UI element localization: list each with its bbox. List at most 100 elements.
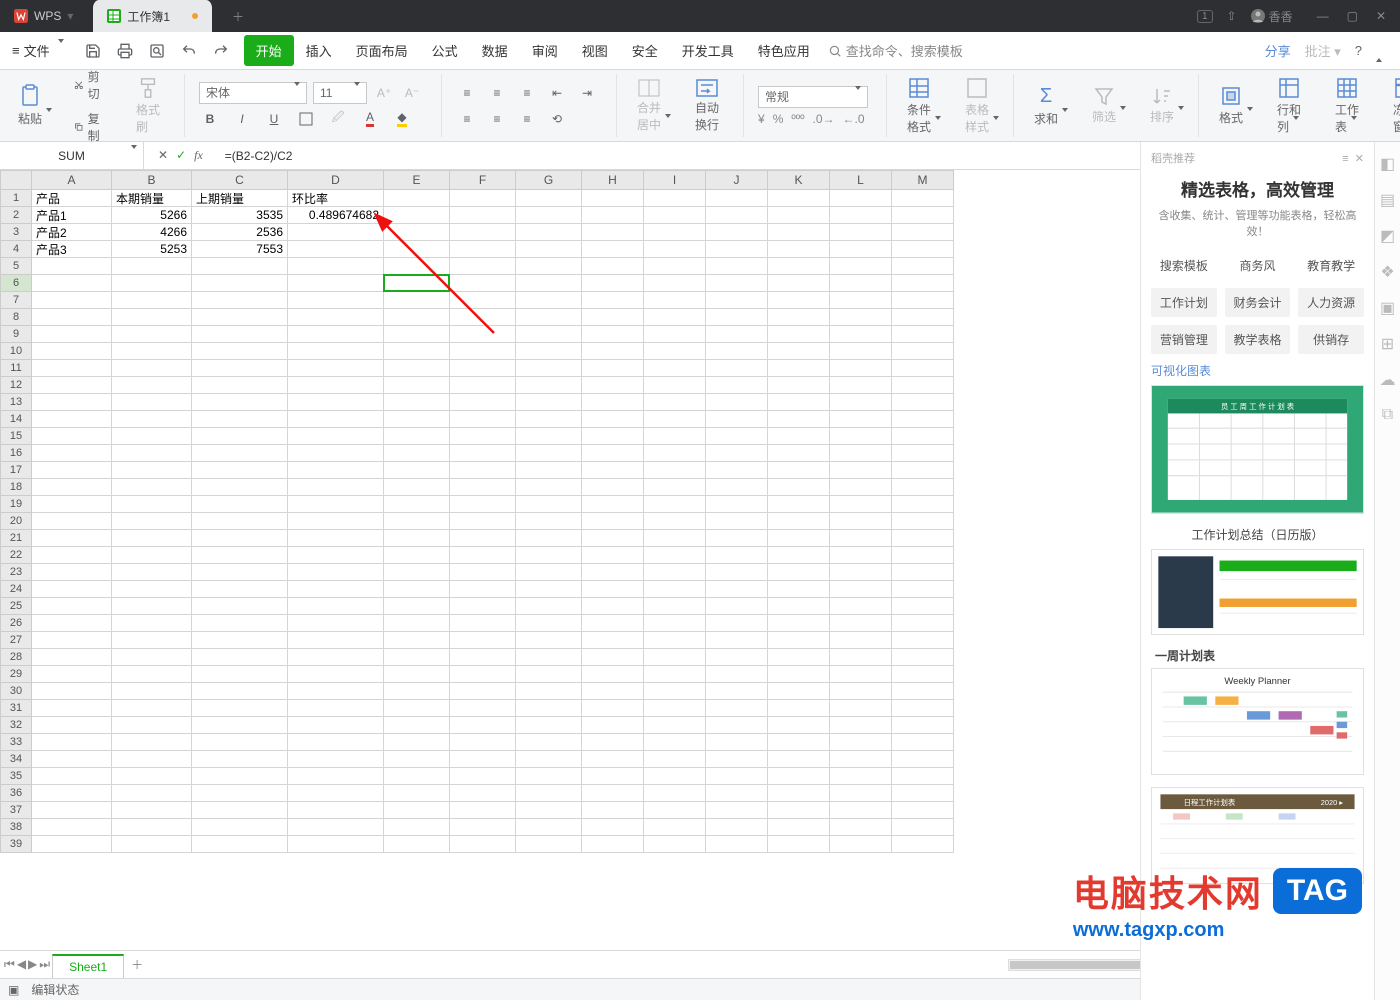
cell-A18[interactable] xyxy=(32,479,112,496)
cell-B2[interactable]: 5266 xyxy=(112,207,192,224)
cell-L30[interactable] xyxy=(830,683,892,700)
print-icon[interactable] xyxy=(114,40,136,62)
cell-I20[interactable] xyxy=(644,513,706,530)
redo-icon[interactable] xyxy=(210,40,232,62)
cell-A36[interactable] xyxy=(32,785,112,802)
accept-formula-icon[interactable]: ✓ xyxy=(176,148,186,163)
cell-F30[interactable] xyxy=(450,683,516,700)
cell-K33[interactable] xyxy=(768,734,830,751)
cell-L33[interactable] xyxy=(830,734,892,751)
increase-font-icon[interactable]: A⁺ xyxy=(373,82,395,104)
row-header-26[interactable]: 26 xyxy=(0,615,32,632)
row-header-17[interactable]: 17 xyxy=(0,462,32,479)
cell-G35[interactable] xyxy=(516,768,582,785)
cell-B31[interactable] xyxy=(112,700,192,717)
cell-L27[interactable] xyxy=(830,632,892,649)
cell-I12[interactable] xyxy=(644,377,706,394)
cell-H18[interactable] xyxy=(582,479,644,496)
cell-A34[interactable] xyxy=(32,751,112,768)
row-col-button[interactable]: 行和列 xyxy=(1271,73,1307,139)
cell-M3[interactable] xyxy=(892,224,954,241)
cell-F36[interactable] xyxy=(450,785,516,802)
cell-J6[interactable] xyxy=(706,275,768,292)
last-sheet-icon[interactable]: ⏭ xyxy=(39,957,50,972)
cell-K22[interactable] xyxy=(768,547,830,564)
cell-M2[interactable] xyxy=(892,207,954,224)
cell-E14[interactable] xyxy=(384,411,450,428)
cell-E2[interactable] xyxy=(384,207,450,224)
cell-M26[interactable] xyxy=(892,615,954,632)
tag-finance[interactable]: 财务会计 xyxy=(1225,288,1291,317)
cell-E4[interactable] xyxy=(384,241,450,258)
cell-J26[interactable] xyxy=(706,615,768,632)
border-icon[interactable] xyxy=(295,108,317,130)
cell-M35[interactable] xyxy=(892,768,954,785)
template-thumb-4[interactable]: 日程工作计划表2020 ▸ xyxy=(1151,787,1364,884)
cell-B37[interactable] xyxy=(112,802,192,819)
cell-K13[interactable] xyxy=(768,394,830,411)
cell-L9[interactable] xyxy=(830,326,892,343)
template-thumb-2[interactable] xyxy=(1151,549,1364,635)
cell-A17[interactable] xyxy=(32,462,112,479)
cell-G19[interactable] xyxy=(516,496,582,513)
row-header-5[interactable]: 5 xyxy=(0,258,32,275)
cell-F37[interactable] xyxy=(450,802,516,819)
cell-I8[interactable] xyxy=(644,309,706,326)
row-header-33[interactable]: 33 xyxy=(0,734,32,751)
cell-A39[interactable] xyxy=(32,836,112,853)
cell-E39[interactable] xyxy=(384,836,450,853)
cell-C4[interactable]: 7553 xyxy=(192,241,288,258)
cell-L22[interactable] xyxy=(830,547,892,564)
cell-D25[interactable] xyxy=(288,598,384,615)
cell-K4[interactable] xyxy=(768,241,830,258)
menu-安全[interactable]: 安全 xyxy=(620,35,670,66)
cell-K32[interactable] xyxy=(768,717,830,734)
cell-M32[interactable] xyxy=(892,717,954,734)
cell-E20[interactable] xyxy=(384,513,450,530)
column-headers[interactable]: ABCDEFGHIJKLM xyxy=(32,170,954,190)
cell-C38[interactable] xyxy=(192,819,288,836)
row-header-28[interactable]: 28 xyxy=(0,649,32,666)
side-pane-close-icon[interactable]: ✕ xyxy=(1355,153,1364,165)
cell-H15[interactable] xyxy=(582,428,644,445)
cell-C28[interactable] xyxy=(192,649,288,666)
cell-G2[interactable] xyxy=(516,207,582,224)
cell-A29[interactable] xyxy=(32,666,112,683)
cell-H10[interactable] xyxy=(582,343,644,360)
row-header-4[interactable]: 4 xyxy=(0,241,32,258)
cell-H11[interactable] xyxy=(582,360,644,377)
indent-left-icon[interactable]: ⇤ xyxy=(546,82,568,104)
cell-C19[interactable] xyxy=(192,496,288,513)
menu-特色应用[interactable]: 特色应用 xyxy=(746,35,822,66)
cell-A14[interactable] xyxy=(32,411,112,428)
format-button[interactable]: 格式 xyxy=(1213,81,1249,130)
cell-K20[interactable] xyxy=(768,513,830,530)
cell-B10[interactable] xyxy=(112,343,192,360)
filter-button[interactable]: 筛选 xyxy=(1086,82,1122,129)
cell-D7[interactable] xyxy=(288,292,384,309)
cell-E35[interactable] xyxy=(384,768,450,785)
cell-I29[interactable] xyxy=(644,666,706,683)
rt-icon-3[interactable]: ◩ xyxy=(1380,226,1395,246)
cell-C9[interactable] xyxy=(192,326,288,343)
cell-C23[interactable] xyxy=(192,564,288,581)
cell-F20[interactable] xyxy=(450,513,516,530)
col-header-C[interactable]: C xyxy=(192,170,288,190)
cell-G14[interactable] xyxy=(516,411,582,428)
cell-B26[interactable] xyxy=(112,615,192,632)
cell-C27[interactable] xyxy=(192,632,288,649)
cell-F31[interactable] xyxy=(450,700,516,717)
cell-D39[interactable] xyxy=(288,836,384,853)
cell-K23[interactable] xyxy=(768,564,830,581)
cell-M36[interactable] xyxy=(892,785,954,802)
cell-C17[interactable] xyxy=(192,462,288,479)
cell-B21[interactable] xyxy=(112,530,192,547)
cell-B3[interactable]: 4266 xyxy=(112,224,192,241)
menu-开始[interactable]: 开始 xyxy=(244,35,294,66)
row-header-39[interactable]: 39 xyxy=(0,836,32,853)
cell-M25[interactable] xyxy=(892,598,954,615)
cell-J37[interactable] xyxy=(706,802,768,819)
cell-E15[interactable] xyxy=(384,428,450,445)
next-sheet-icon[interactable]: ▶ xyxy=(28,957,37,972)
cell-A1[interactable]: 产品 xyxy=(32,190,112,207)
